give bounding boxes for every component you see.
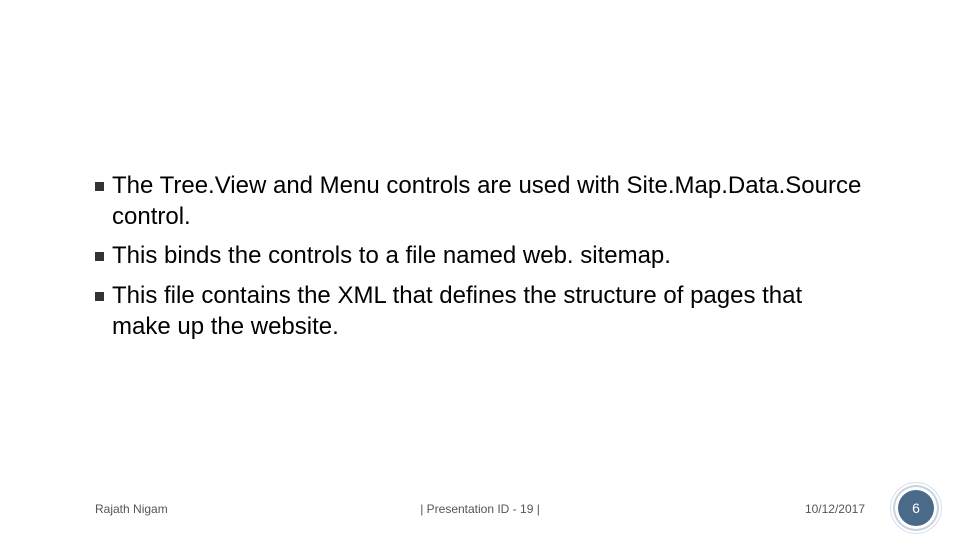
bullet-item: This file contains the XML that defines … [95,280,865,342]
page-number-badge: 6 [898,490,934,526]
slide: The Tree.View and Menu controls are used… [0,0,960,540]
square-bullet-icon [95,292,104,301]
footer-date: 10/12/2017 [805,502,865,516]
bullet-text: The Tree.View and Menu controls are used… [112,170,865,232]
bullet-text: This binds the controls to a file named … [112,240,671,271]
bullet-item: The Tree.View and Menu controls are used… [95,170,865,232]
bullet-item: This binds the controls to a file named … [95,240,865,271]
page-number: 6 [912,500,920,516]
bullet-text: This file contains the XML that defines … [112,280,865,342]
square-bullet-icon [95,252,104,261]
content-area: The Tree.View and Menu controls are used… [95,170,865,350]
square-bullet-icon [95,182,104,191]
footer: Rajath Nigam | Presentation ID - 19 | 10… [0,486,960,516]
